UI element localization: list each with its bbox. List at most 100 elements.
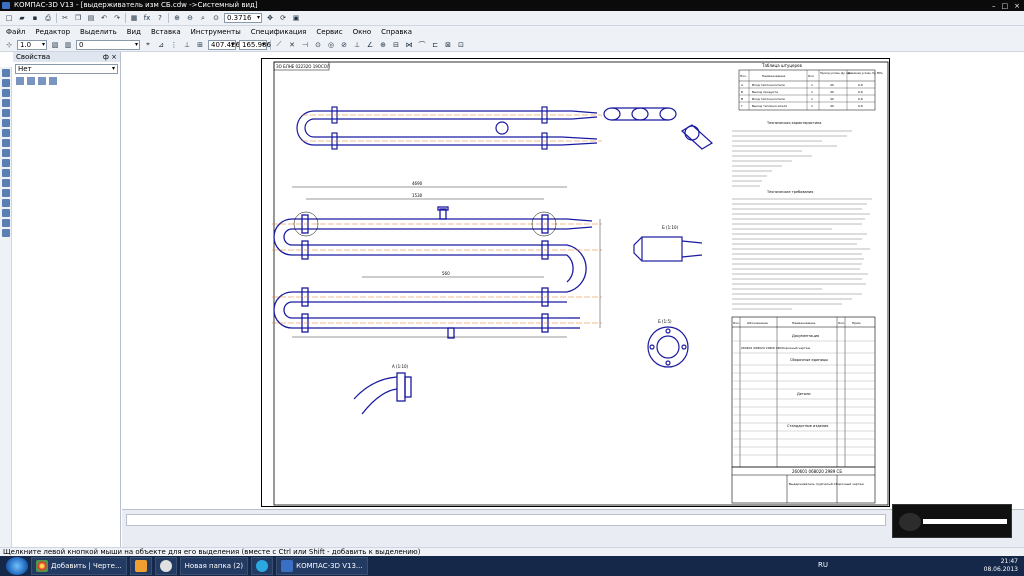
taskbar-player[interactable] bbox=[154, 557, 177, 575]
help-pointer-icon[interactable]: ? bbox=[155, 13, 165, 23]
drawing-canvas[interactable]: ЗО БЛНЕ 022З2О 19ОСОЛ 4690 1530 560 А (1… bbox=[122, 52, 1024, 509]
nozzles-table-title: Таблица штуцеров bbox=[761, 63, 802, 68]
clock-time[interactable]: 21:47 bbox=[984, 558, 1018, 566]
menu-tools[interactable]: Инструменты bbox=[191, 28, 241, 36]
properties-filter-icon[interactable] bbox=[38, 77, 46, 85]
ortho-icon[interactable]: ⊥ bbox=[182, 40, 192, 50]
properties-list-icon[interactable] bbox=[27, 77, 35, 85]
taskbar-app2[interactable] bbox=[129, 557, 152, 575]
hatch-tool-icon[interactable] bbox=[2, 209, 10, 217]
new-document-icon[interactable]: □ bbox=[4, 13, 14, 23]
clock-date[interactable]: 08.06.2013 bbox=[984, 566, 1018, 574]
curve-tool-icon[interactable] bbox=[2, 199, 10, 207]
properties-settings-icon[interactable] bbox=[49, 77, 57, 85]
step-combo[interactable]: 1.0 bbox=[17, 39, 47, 50]
dimensions-tool-icon[interactable] bbox=[2, 79, 10, 87]
taskbar-kompas[interactable]: КОМПАС-3D V13... bbox=[276, 557, 368, 575]
menu-specification[interactable]: Спецификация bbox=[251, 28, 307, 36]
object-selector[interactable]: Нет bbox=[15, 64, 118, 74]
taskbar-skype[interactable] bbox=[251, 557, 274, 575]
edit-tool-icon[interactable] bbox=[2, 99, 10, 107]
select-tool-icon[interactable] bbox=[2, 129, 10, 137]
status-message: Щелкните левой кнопкой мыши на объекте д… bbox=[3, 548, 421, 556]
layer-icon[interactable]: ▧ bbox=[50, 40, 60, 50]
snap-align-icon[interactable]: ⊟ bbox=[391, 40, 401, 50]
menu-service[interactable]: Сервис bbox=[316, 28, 342, 36]
snap-middle-icon[interactable]: ⊣ bbox=[300, 40, 310, 50]
manager-icon[interactable]: ▦ bbox=[129, 13, 139, 23]
language-indicator[interactable]: RU bbox=[818, 561, 828, 569]
display-icon[interactable]: ▣ bbox=[291, 13, 301, 23]
grid-icon[interactable]: ⋮ bbox=[169, 40, 179, 50]
spec-tool-icon[interactable] bbox=[2, 139, 10, 147]
line-tool-icon[interactable] bbox=[2, 169, 10, 177]
undo-icon[interactable]: ↶ bbox=[99, 13, 109, 23]
svg-text:Прим.: Прим. bbox=[852, 321, 861, 325]
start-button[interactable] bbox=[6, 557, 28, 575]
pan-icon[interactable]: ✥ bbox=[265, 13, 275, 23]
snap-angle-icon[interactable]: ∠ bbox=[365, 40, 375, 50]
coord-y-field[interactable]: 165.986 bbox=[239, 39, 271, 50]
snap-curve-icon[interactable]: ⌒ bbox=[417, 40, 427, 50]
geometry-tool-icon[interactable] bbox=[2, 69, 10, 77]
snap-icon[interactable]: ⌖ bbox=[143, 40, 153, 50]
coord-x-field[interactable]: 407.426 bbox=[208, 39, 240, 50]
copy-icon[interactable]: ❐ bbox=[73, 13, 83, 23]
snap-point-icon[interactable]: ⟋ bbox=[274, 40, 284, 50]
snap-normal-icon[interactable]: ⊥ bbox=[352, 40, 362, 50]
snap-end-icon[interactable]: ⊏ bbox=[430, 40, 440, 50]
section-b-view bbox=[633, 236, 703, 262]
zoom-out-icon[interactable]: ⊖ bbox=[185, 13, 195, 23]
arc-tool-icon[interactable] bbox=[2, 189, 10, 197]
paste-icon[interactable]: ▤ bbox=[86, 13, 96, 23]
measure-tool-icon[interactable] bbox=[2, 119, 10, 127]
layer-state-icon[interactable]: ▥ bbox=[63, 40, 73, 50]
cut-icon[interactable]: ✂ bbox=[60, 13, 70, 23]
redo-icon[interactable]: ↷ bbox=[112, 13, 122, 23]
tech-char-lines bbox=[732, 130, 852, 187]
refresh-icon[interactable]: ⟳ bbox=[278, 13, 288, 23]
command-line[interactable] bbox=[126, 514, 886, 526]
menu-window[interactable]: Окно bbox=[353, 28, 372, 36]
print-icon[interactable]: ⎙ bbox=[43, 13, 53, 23]
menu-help[interactable]: Справка bbox=[381, 28, 412, 36]
zoom-combo[interactable]: 0.3716 bbox=[224, 13, 262, 23]
panel-pin-close[interactable]: ф × bbox=[103, 52, 117, 62]
snap-local-icon[interactable]: ⊠ bbox=[443, 40, 453, 50]
menu-select[interactable]: Выделить bbox=[80, 28, 117, 36]
text-tool-icon[interactable] bbox=[2, 219, 10, 227]
menu-view[interactable]: Вид bbox=[127, 28, 141, 36]
taskbar-chrome[interactable]: Добавить | Черте... bbox=[31, 557, 127, 575]
zoom-window-icon[interactable]: ⌕ bbox=[198, 13, 208, 23]
coordinate-icon[interactable]: ⊞ bbox=[195, 40, 205, 50]
snap-intersection-icon[interactable]: ✕ bbox=[287, 40, 297, 50]
reports-tool-icon[interactable] bbox=[2, 149, 10, 157]
snap-tangent-icon[interactable]: ⊘ bbox=[339, 40, 349, 50]
taskbar-folder-label: Новая папка (2) bbox=[184, 562, 244, 570]
open-folder-icon[interactable]: ▰ bbox=[17, 13, 27, 23]
snap-grid-icon[interactable]: ⊕ bbox=[378, 40, 388, 50]
menu-file[interactable]: Файл bbox=[6, 28, 25, 36]
layer-combo[interactable]: 0 bbox=[76, 39, 140, 50]
snap-settings-icon[interactable]: ⊡ bbox=[456, 40, 466, 50]
variables-icon[interactable]: fx bbox=[142, 13, 152, 23]
local-cs-icon[interactable]: ⊿ bbox=[156, 40, 166, 50]
snap-center-icon[interactable]: ⊙ bbox=[313, 40, 323, 50]
menu-editor[interactable]: Редактор bbox=[35, 28, 70, 36]
table-tool-icon[interactable] bbox=[2, 229, 10, 237]
taskbar-folder[interactable]: Новая папка (2) bbox=[179, 557, 249, 575]
cursor-step-icon[interactable]: ⊹ bbox=[4, 40, 14, 50]
svg-text:Вход теплоносителя: Вход теплоносителя bbox=[752, 83, 785, 87]
insert-tool-icon[interactable] bbox=[2, 159, 10, 167]
zoom-fit-icon[interactable]: ⊙ bbox=[211, 13, 221, 23]
circle-tool-icon[interactable] bbox=[2, 179, 10, 187]
parametrization-tool-icon[interactable] bbox=[2, 109, 10, 117]
svg-text:1: 1 bbox=[811, 97, 813, 101]
menu-insert[interactable]: Вставка bbox=[151, 28, 181, 36]
snap-quadrant-icon[interactable]: ◎ bbox=[326, 40, 336, 50]
save-icon[interactable]: ▪ bbox=[30, 13, 40, 23]
zoom-in-icon[interactable]: ⊕ bbox=[172, 13, 182, 23]
symbols-tool-icon[interactable] bbox=[2, 89, 10, 97]
snap-nearest-icon[interactable]: ⋈ bbox=[404, 40, 414, 50]
properties-view-icon[interactable] bbox=[16, 77, 24, 85]
